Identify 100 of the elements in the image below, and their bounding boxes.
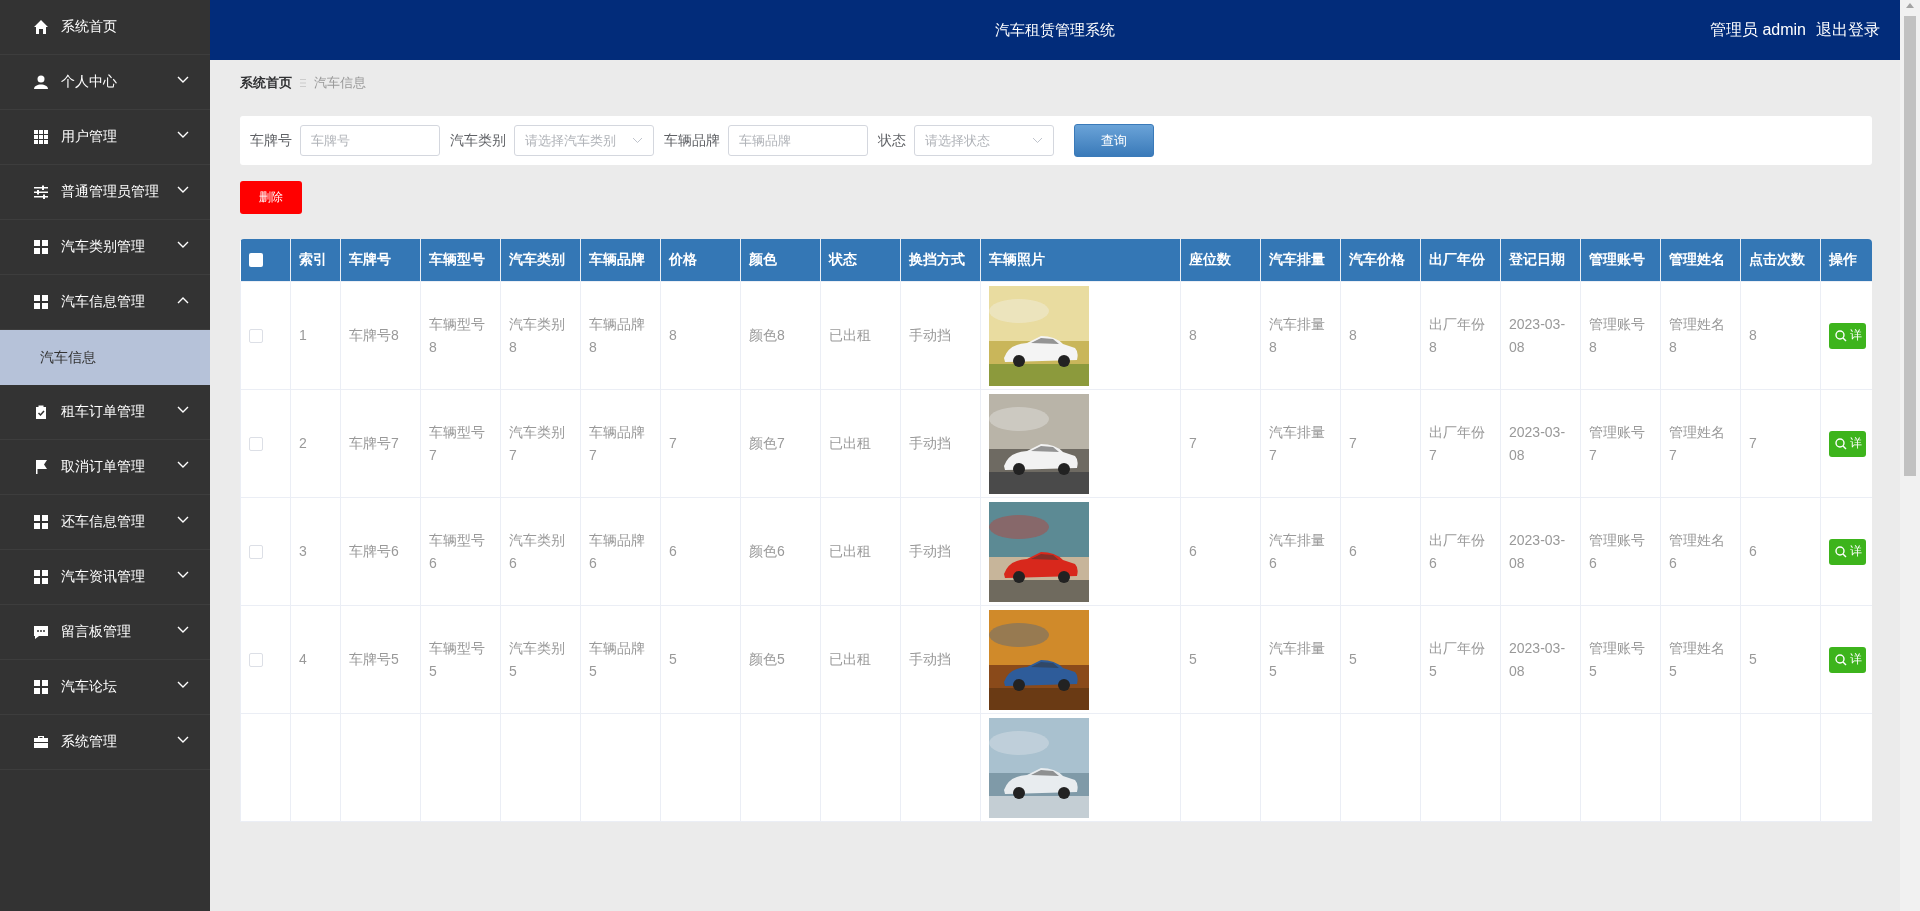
input-field[interactable]: 车辆品牌 bbox=[728, 125, 868, 156]
input-field[interactable]: 车牌号 bbox=[300, 125, 440, 156]
breadcrumb-current: 汽车信息 bbox=[314, 74, 366, 92]
table-cell: 5 bbox=[1180, 605, 1261, 714]
table-cell: 汽车排量6 bbox=[1260, 497, 1341, 606]
column-header: 车辆照片 bbox=[980, 239, 1181, 282]
table-cell: 管理姓名8 bbox=[1660, 281, 1741, 390]
table-cell: 汽车类别5 bbox=[500, 605, 581, 714]
sidebar-subitem[interactable]: 汽车信息 bbox=[0, 330, 210, 385]
table-cell: 管理姓名6 bbox=[1660, 497, 1741, 606]
user-label: 管理员 admin bbox=[1709, 19, 1806, 40]
grid-icon bbox=[33, 679, 49, 695]
table-cell: 管理姓名5 bbox=[1660, 605, 1741, 714]
table-cell: 8 bbox=[1180, 281, 1261, 390]
table-cell: 已出租 bbox=[820, 605, 901, 714]
table-cell: 3 bbox=[290, 497, 341, 606]
user-icon bbox=[33, 74, 49, 90]
table-cell: 颜色8 bbox=[740, 281, 821, 390]
table-cell: 出厂年份6 bbox=[1420, 497, 1501, 606]
table-cell: 手动挡 bbox=[900, 497, 981, 606]
grid-icon bbox=[33, 569, 49, 585]
table-cell: 颜色5 bbox=[740, 605, 821, 714]
table-cell: 汽车排量7 bbox=[1260, 389, 1341, 498]
column-header: 汽车类别 bbox=[500, 239, 581, 282]
sliders-icon bbox=[33, 184, 49, 200]
table-cell: 2 bbox=[290, 389, 341, 498]
column-header: 状态 bbox=[820, 239, 901, 282]
column-header: 索引 bbox=[290, 239, 341, 282]
table-cell: 汽车类别8 bbox=[500, 281, 581, 390]
table-cell: 汽车排量5 bbox=[1260, 605, 1341, 714]
table-cell: 6 bbox=[1740, 497, 1821, 606]
table-cell: 管理账号7 bbox=[1580, 389, 1661, 498]
table-cell: 6 bbox=[660, 497, 741, 606]
table-cell: 车牌号5 bbox=[340, 605, 421, 714]
table-cell: 车辆品牌7 bbox=[580, 389, 661, 498]
column-header: 换挡方式 bbox=[900, 239, 981, 282]
column-header: 座位数 bbox=[1180, 239, 1261, 282]
table-cell: 管理账号8 bbox=[1580, 281, 1661, 390]
search-icon bbox=[1835, 437, 1847, 450]
table-cell: 5 bbox=[1340, 605, 1421, 714]
table-cell: 管理账号6 bbox=[1580, 497, 1661, 606]
column-header: 颜色 bbox=[740, 239, 821, 282]
table-cell: 出厂年份5 bbox=[1420, 605, 1501, 714]
column-header: 登记日期 bbox=[1500, 239, 1581, 282]
column-header: 汽车价格 bbox=[1340, 239, 1421, 282]
table-cell: 颜色7 bbox=[740, 389, 821, 498]
table-cell: 车辆型号5 bbox=[420, 605, 501, 714]
flag-icon bbox=[33, 459, 49, 475]
field-label: 汽车类别 bbox=[450, 131, 506, 150]
row-checkbox[interactable] bbox=[249, 544, 263, 559]
home-icon bbox=[33, 19, 49, 35]
column-header: 管理账号 bbox=[1580, 239, 1661, 282]
table-cell: 已出租 bbox=[820, 389, 901, 498]
scrollbar[interactable] bbox=[1900, 0, 1920, 911]
table-cell: 车牌号7 bbox=[340, 389, 421, 498]
row-checkbox[interactable] bbox=[249, 436, 263, 451]
logout-link[interactable]: 退出登录 bbox=[1816, 19, 1880, 41]
table-cell: 7 bbox=[1740, 389, 1821, 498]
grid-icon bbox=[33, 294, 49, 310]
column-header: 点击次数 bbox=[1740, 239, 1821, 282]
table-cell: 5 bbox=[1740, 605, 1821, 714]
grid-icon bbox=[33, 514, 49, 530]
table-cell: 8 bbox=[1340, 281, 1421, 390]
table-cell: 车辆品牌8 bbox=[580, 281, 661, 390]
table-cell: 已出租 bbox=[820, 281, 901, 390]
delete-button[interactable]: 删除 bbox=[240, 181, 302, 214]
table-cell: 管理账号5 bbox=[1580, 605, 1661, 714]
table-cell: 车辆品牌6 bbox=[580, 497, 661, 606]
table-cell: 出厂年份8 bbox=[1420, 281, 1501, 390]
breadcrumb-link[interactable]: 系统首页 bbox=[240, 74, 292, 92]
table-cell: 2023-03-08 bbox=[1500, 281, 1581, 390]
search-icon bbox=[1835, 545, 1847, 558]
select-all-checkbox[interactable] bbox=[248, 253, 263, 267]
table-cell: 汽车类别6 bbox=[500, 497, 581, 606]
table-cell: 车牌号8 bbox=[340, 281, 421, 390]
table-cell: 8 bbox=[1740, 281, 1821, 390]
table-cell: 车牌号6 bbox=[340, 497, 421, 606]
app-title: 汽车租赁管理系统 bbox=[995, 20, 1115, 40]
table-cell: 2023-03-08 bbox=[1500, 605, 1581, 714]
table-cell: 车辆品牌5 bbox=[580, 605, 661, 714]
column-header: 汽车排量 bbox=[1260, 239, 1341, 282]
grid-icon bbox=[33, 129, 49, 145]
column-header: 价格 bbox=[660, 239, 741, 282]
row-checkbox[interactable] bbox=[249, 652, 263, 667]
table-cell: 车辆型号7 bbox=[420, 389, 501, 498]
table-cell: 手动挡 bbox=[900, 281, 981, 390]
briefcase-icon bbox=[33, 734, 49, 750]
table-cell: 车辆型号8 bbox=[420, 281, 501, 390]
column-header: 车辆型号 bbox=[420, 239, 501, 282]
table-cell: 2023-03-08 bbox=[1500, 497, 1581, 606]
column-header: 出厂年份 bbox=[1420, 239, 1501, 282]
row-checkbox[interactable] bbox=[249, 328, 263, 343]
table-cell: 7 bbox=[1340, 389, 1421, 498]
table-cell: 出厂年份7 bbox=[1420, 389, 1501, 498]
table-cell: 颜色6 bbox=[740, 497, 821, 606]
column-header: 操作 bbox=[1820, 239, 1872, 282]
table-cell: 5 bbox=[660, 605, 741, 714]
search-icon bbox=[1835, 653, 1847, 666]
table-cell: 7 bbox=[660, 389, 741, 498]
chat-icon bbox=[33, 624, 49, 640]
